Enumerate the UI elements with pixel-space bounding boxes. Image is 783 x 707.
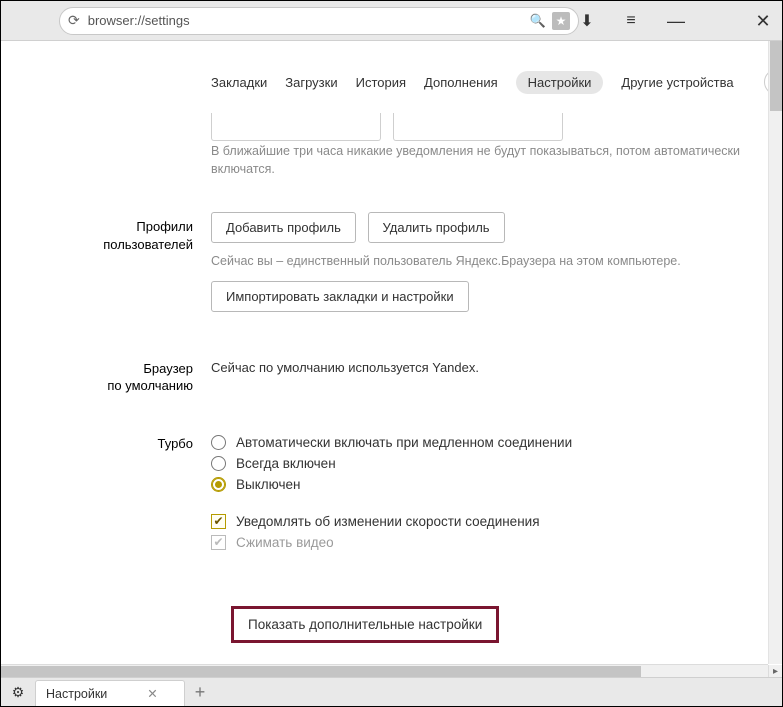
radio-label: Всегда включен — [236, 456, 336, 471]
radio-label: Выключен — [236, 477, 300, 492]
settings-page: Закладки Загрузки История Дополнения Нас… — [1, 41, 782, 664]
nav-addons[interactable]: Дополнения — [424, 75, 498, 90]
nav-history[interactable]: История — [356, 75, 406, 90]
radio-icon — [211, 435, 226, 450]
notifications-hint: В ближайшие три часа никакие уведомления… — [211, 143, 762, 178]
scrollbar-thumb[interactable] — [770, 41, 782, 111]
import-button[interactable]: Импортировать закладки и настройки — [211, 281, 469, 312]
tab-close-icon[interactable]: ✕ — [147, 686, 157, 701]
settings-nav: Закладки Загрузки История Дополнения Нас… — [1, 41, 782, 113]
turbo-checkbox-notify[interactable]: ✔ Уведомлять об изменении скорости соеди… — [211, 514, 762, 529]
checkbox-label: Сжимать видео — [236, 535, 334, 550]
add-profile-button[interactable]: Добавить профиль — [211, 212, 356, 243]
checkbox-icon: ✔ — [211, 535, 226, 550]
section-default-browser: Браузерпо умолчанию Сейчас по умолчанию … — [21, 354, 762, 395]
turbo-radio-always-on[interactable]: Всегда включен — [211, 456, 762, 471]
radio-icon — [211, 477, 226, 492]
horizontal-scrollbar[interactable]: ▸ — [1, 664, 768, 677]
section-label-default-browser: Браузерпо умолчанию — [21, 354, 211, 395]
checkbox-label: Уведомлять об изменении скорости соедине… — [236, 514, 540, 529]
remove-profile-button[interactable]: Удалить профиль — [368, 212, 505, 243]
section-label-profiles: Профилипользователей — [21, 212, 211, 320]
radio-icon — [211, 456, 226, 471]
tab-title: Настройки — [46, 687, 107, 701]
url-input[interactable] — [86, 12, 524, 29]
titlebar-controls: ⬇ ≡ — ✕ — [579, 11, 771, 31]
turbo-checkbox-compress-video: ✔ Сжимать видео — [211, 535, 762, 550]
nav-bookmarks[interactable]: Закладки — [211, 75, 267, 90]
radio-label: Автоматически включать при медленном сое… — [236, 435, 572, 450]
vertical-scrollbar[interactable] — [768, 41, 782, 664]
window-close-icon[interactable]: ✕ — [755, 12, 771, 30]
tab-strip: ⚙ Настройки ✕ + — [1, 677, 782, 706]
reload-icon[interactable]: ⟳ — [68, 12, 80, 29]
nav-downloads[interactable]: Загрузки — [285, 75, 337, 90]
window-minimize-icon[interactable]: — — [667, 12, 683, 30]
show-advanced-link[interactable]: Показать дополнительные настройки — [231, 606, 499, 643]
profiles-hint: Сейчас вы – единственный пользователь Ян… — [211, 253, 762, 271]
ghost-button[interactable] — [393, 113, 563, 141]
window-titlebar: ⟳ 🔍 ★ ⬇ ≡ — ✕ — [1, 1, 782, 41]
turbo-radio-off[interactable]: Выключен — [211, 477, 762, 492]
menu-icon[interactable]: ≡ — [623, 12, 639, 30]
default-browser-text: Сейчас по умолчанию используется Yandex. — [211, 354, 762, 375]
section-profiles: Профилипользователей Добавить профиль Уд… — [21, 212, 762, 320]
gear-icon[interactable]: ⚙ — [1, 678, 35, 706]
turbo-radio-auto[interactable]: Автоматически включать при медленном сое… — [211, 435, 762, 450]
search-icon[interactable]: 🔍 — [530, 13, 546, 29]
nav-settings[interactable]: Настройки — [516, 71, 604, 94]
section-turbo: Турбо Автоматически включать при медленн… — [21, 429, 762, 556]
nav-other-devices[interactable]: Другие устройства — [621, 75, 733, 90]
section-label-turbo: Турбо — [21, 429, 211, 556]
bookmark-star-icon[interactable]: ★ — [552, 12, 570, 30]
ghost-button[interactable] — [211, 113, 381, 141]
new-tab-button[interactable]: + — [185, 678, 215, 706]
section-notifications: В ближайшие три часа никакие уведомления… — [21, 113, 762, 178]
downloads-icon[interactable]: ⬇ — [579, 11, 595, 31]
scrollbar-thumb[interactable] — [1, 666, 641, 677]
checkbox-icon: ✔ — [211, 514, 226, 529]
tab-settings[interactable]: Настройки ✕ — [35, 680, 185, 706]
omnibox[interactable]: ⟳ 🔍 ★ — [59, 7, 579, 35]
